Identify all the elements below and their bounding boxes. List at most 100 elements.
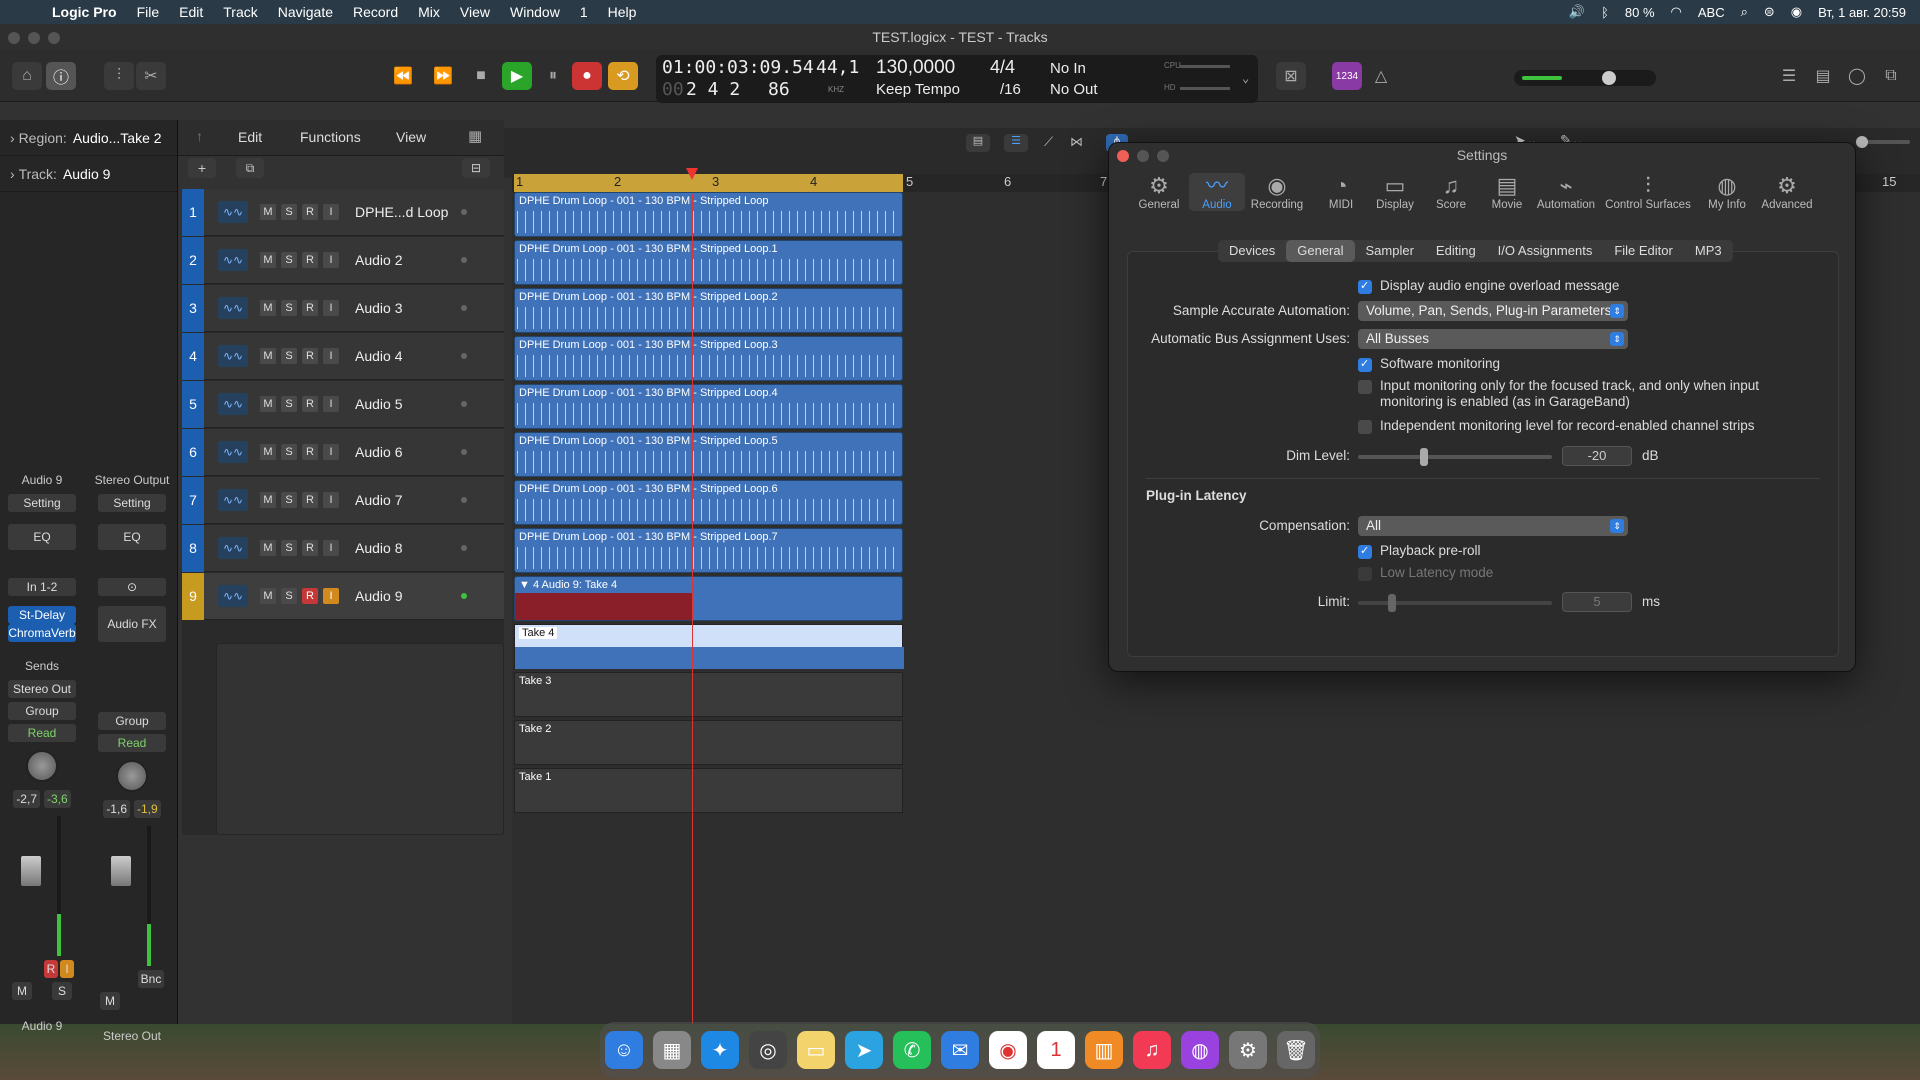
library-icon[interactable]: ⌂ [12,62,42,90]
tab-advanced[interactable]: ⚙ Advanced [1755,173,1819,211]
input-button[interactable]: I [323,444,339,460]
fx-slot-2[interactable]: ChromaVerb [8,624,76,642]
solo-button[interactable]: S [281,492,297,508]
solo-button[interactable]: S [281,348,297,364]
track-row[interactable]: 7 ∿∿ M S R I Audio 7 [182,476,504,524]
audio-region[interactable]: DPHE Drum Loop - 001 - 130 BPM - Strippe… [514,336,903,381]
launchpad-icon[interactable]: ▦ [653,1031,691,1069]
menu-app[interactable]: Logic Pro [52,4,117,20]
sends-label[interactable]: Sends [2,656,82,676]
podcasts-icon[interactable]: ◍ [1181,1031,1219,1069]
track-name[interactable]: Audio 9 [355,588,455,604]
view-menu[interactable]: View [396,129,426,145]
books-icon[interactable]: ▥ [1085,1031,1123,1069]
metronome-icon[interactable]: △ [1366,62,1396,90]
mute-button[interactable]: M [12,982,32,1000]
logic-pro-icon[interactable]: ◎ [749,1031,787,1069]
menu-help[interactable]: Help [608,4,637,20]
input-button[interactable]: I [323,348,339,364]
subtab-mp3[interactable]: MP3 [1684,240,1733,262]
replace-icon[interactable]: ⊠ [1276,62,1306,90]
safari-icon[interactable]: ✦ [701,1031,739,1069]
duplicate-track-icon[interactable]: ⧉ [236,158,264,178]
record-icon[interactable]: ● [572,62,602,90]
dim-level-stepper[interactable]: -20 [1562,446,1632,466]
menu-file[interactable]: File [137,4,160,20]
track-row[interactable]: 5 ∿∿ M S R I Audio 5 [182,380,504,428]
take-folder[interactable]: ▼ 4 Audio 9: Take 4 [514,576,903,621]
track-name[interactable]: Audio 3 [355,300,455,316]
menu-navigate[interactable]: Navigate [278,4,333,20]
music-icon[interactable]: ♫ [1133,1031,1171,1069]
record-button[interactable]: R [302,588,318,604]
take-lane[interactable]: Take 1 [514,768,903,813]
finder-icon[interactable]: ☺ [605,1031,643,1069]
fader-cap[interactable] [111,856,131,886]
menu-1[interactable]: 1 [580,4,588,20]
solo-button[interactable]: S [281,204,297,220]
tab-general[interactable]: ⚙ General [1131,173,1187,211]
track-name[interactable]: Audio 2 [355,252,455,268]
track-view-icon[interactable]: ☰ [1004,134,1028,152]
audio-region[interactable]: DPHE Drum Loop - 001 - 130 BPM - Strippe… [514,480,903,525]
input-button[interactable]: I [323,252,339,268]
track-name[interactable]: Audio 5 [355,396,455,412]
preroll-checkbox[interactable] [1358,544,1372,559]
lcd-chevron-icon[interactable]: ⌄ [1242,71,1249,85]
count-in-badge[interactable]: 1234 [1332,62,1362,90]
calendar-icon[interactable]: 1 [1037,1031,1075,1069]
whatsapp-icon[interactable]: ✆ [893,1031,931,1069]
editors-icon[interactable]: ✂ [136,62,166,90]
menu-record[interactable]: Record [353,4,398,20]
control-center-icon[interactable]: ⊜ [1764,4,1775,20]
track-inspector-row[interactable]: › Track: Audio 9 [0,156,177,192]
pause-icon[interactable]: ⏸ [538,62,568,90]
mute-button[interactable]: M [260,540,276,556]
compensation-popup[interactable]: All ⇕ [1358,516,1628,536]
volume-fader[interactable] [17,816,67,956]
trash-icon[interactable]: 🗑 [1277,1031,1315,1069]
software-monitoring-checkbox[interactable] [1358,357,1372,372]
input-slot[interactable]: In 1-2 [8,578,76,596]
track-name[interactable]: Audio 7 [355,492,455,508]
overload-checkbox[interactable] [1358,279,1372,294]
subtab-general[interactable]: General [1286,240,1355,262]
cycle-icon[interactable]: ⟲ [608,62,638,90]
mute-button[interactable]: M [260,204,276,220]
volume-readout[interactable]: -2,7 [13,790,40,808]
track-row[interactable]: 2 ∿∿ M S R I Audio 2 [182,236,504,284]
solo-button[interactable]: S [281,396,297,412]
track-name[interactable]: Audio 4 [355,348,455,364]
solo-button[interactable]: S [52,982,72,1000]
audio-fx-slot[interactable]: Audio FX [98,606,166,642]
mute-button[interactable]: M [260,348,276,364]
input-button[interactable]: I [323,588,339,604]
fx-slot-1[interactable]: St-Delay [8,606,76,624]
mute-button[interactable]: M [260,300,276,316]
limit-slider[interactable] [1358,594,1552,612]
menu-view[interactable]: View [460,4,490,20]
take-lane-active[interactable]: Take 4 [514,624,904,669]
inspector-icon[interactable]: ⓘ [46,62,76,90]
audio-region[interactable]: DPHE Drum Loop - 001 - 130 BPM - Strippe… [514,528,903,573]
catch-content-icon[interactable]: ▤ [966,134,990,152]
solo-button[interactable]: S [281,540,297,556]
track-row-selected[interactable]: 9 ∿∿ M S R I Audio 9 [182,572,504,620]
mute-button[interactable]: M [260,252,276,268]
edit-menu[interactable]: Edit [238,129,262,145]
solo-button[interactable]: S [281,444,297,460]
menu-window[interactable]: Window [510,4,560,20]
notepad-icon[interactable]: ▤ [1808,62,1838,90]
flex-icon[interactable]: ⋈ [1070,134,1083,150]
cycle-region[interactable] [514,174,903,192]
tab-midi[interactable]: ◔ MIDI [1313,173,1369,211]
group-slot[interactable]: Group [98,712,166,730]
volume-fader[interactable] [107,826,157,966]
solo-button[interactable]: S [281,252,297,268]
battery-text[interactable]: 80 % [1625,5,1655,20]
solo-button[interactable]: S [281,300,297,316]
playhead[interactable] [692,194,693,1024]
setting-button[interactable]: Setting [8,494,76,512]
tab-my-info[interactable]: ◍ My Info [1699,173,1755,211]
track-row[interactable]: 8 ∿∿ M S R I Audio 8 [182,524,504,572]
